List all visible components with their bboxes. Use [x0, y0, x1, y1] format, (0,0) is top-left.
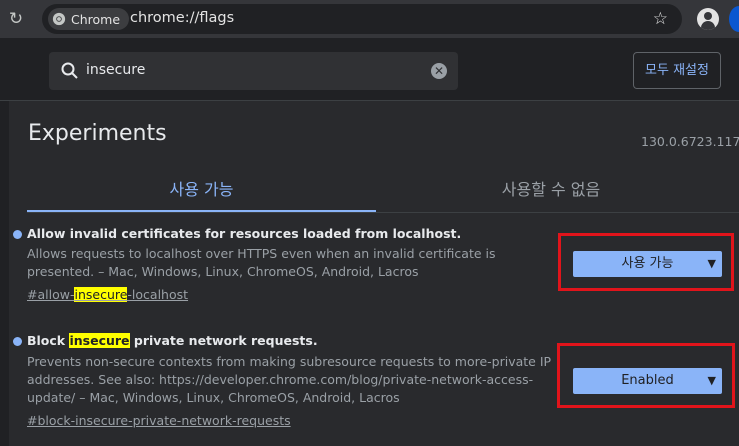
clear-search-icon[interactable]: ✕ [431, 63, 447, 79]
status-dot-icon [13, 337, 22, 346]
address-bar[interactable]: Chrome chrome://flags ☆ [42, 4, 682, 34]
browser-toolbar: ↻ Chrome chrome://flags ☆ [0, 0, 739, 38]
search-icon [61, 62, 78, 79]
experiment-link[interactable]: #allow-insecure-localhost [27, 287, 188, 302]
flag-search-box[interactable]: insecure ✕ [49, 52, 458, 90]
extension-icon[interactable] [729, 6, 739, 32]
site-chip-label: Chrome [71, 11, 121, 27]
page-title: Experiments [28, 121, 167, 146]
search-input[interactable]: insecure [86, 62, 145, 78]
chrome-logo-icon [52, 12, 66, 26]
experiment-name: Block insecure private network requests. [27, 333, 318, 348]
version-label: 130.0.6723.117 [641, 134, 739, 149]
experiments-panel: Experiments 130.0.6723.117 사용 가능 사용할 수 없… [9, 101, 739, 446]
reload-icon[interactable]: ↻ [5, 8, 27, 30]
profile-avatar-icon[interactable] [697, 8, 719, 30]
experiment-link[interactable]: #block-insecure-private-network-requests [27, 413, 291, 428]
site-chip[interactable]: Chrome [48, 8, 130, 30]
reset-all-button[interactable]: 모두 재설정 [633, 52, 721, 89]
flags-header: insecure ✕ 모두 재설정 [0, 38, 739, 101]
status-dot-icon [13, 230, 22, 239]
experiment-description: Prevents non-secure contexts from making… [27, 354, 552, 405]
annotation-highlight-box [558, 233, 734, 291]
tab-available[interactable]: 사용 가능 [27, 176, 376, 200]
bookmark-star-icon[interactable]: ☆ [653, 8, 668, 30]
experiment-description: Allows requests to localhost over HTTPS … [27, 246, 496, 279]
active-tab-indicator [27, 210, 376, 212]
tabs-divider [27, 212, 739, 213]
tab-unavailable[interactable]: 사용할 수 없음 [376, 176, 726, 200]
annotation-highlight-box [557, 343, 735, 408]
experiment-name: Allow invalid certificates for resources… [27, 226, 462, 241]
url-text[interactable]: chrome://flags [130, 10, 234, 26]
